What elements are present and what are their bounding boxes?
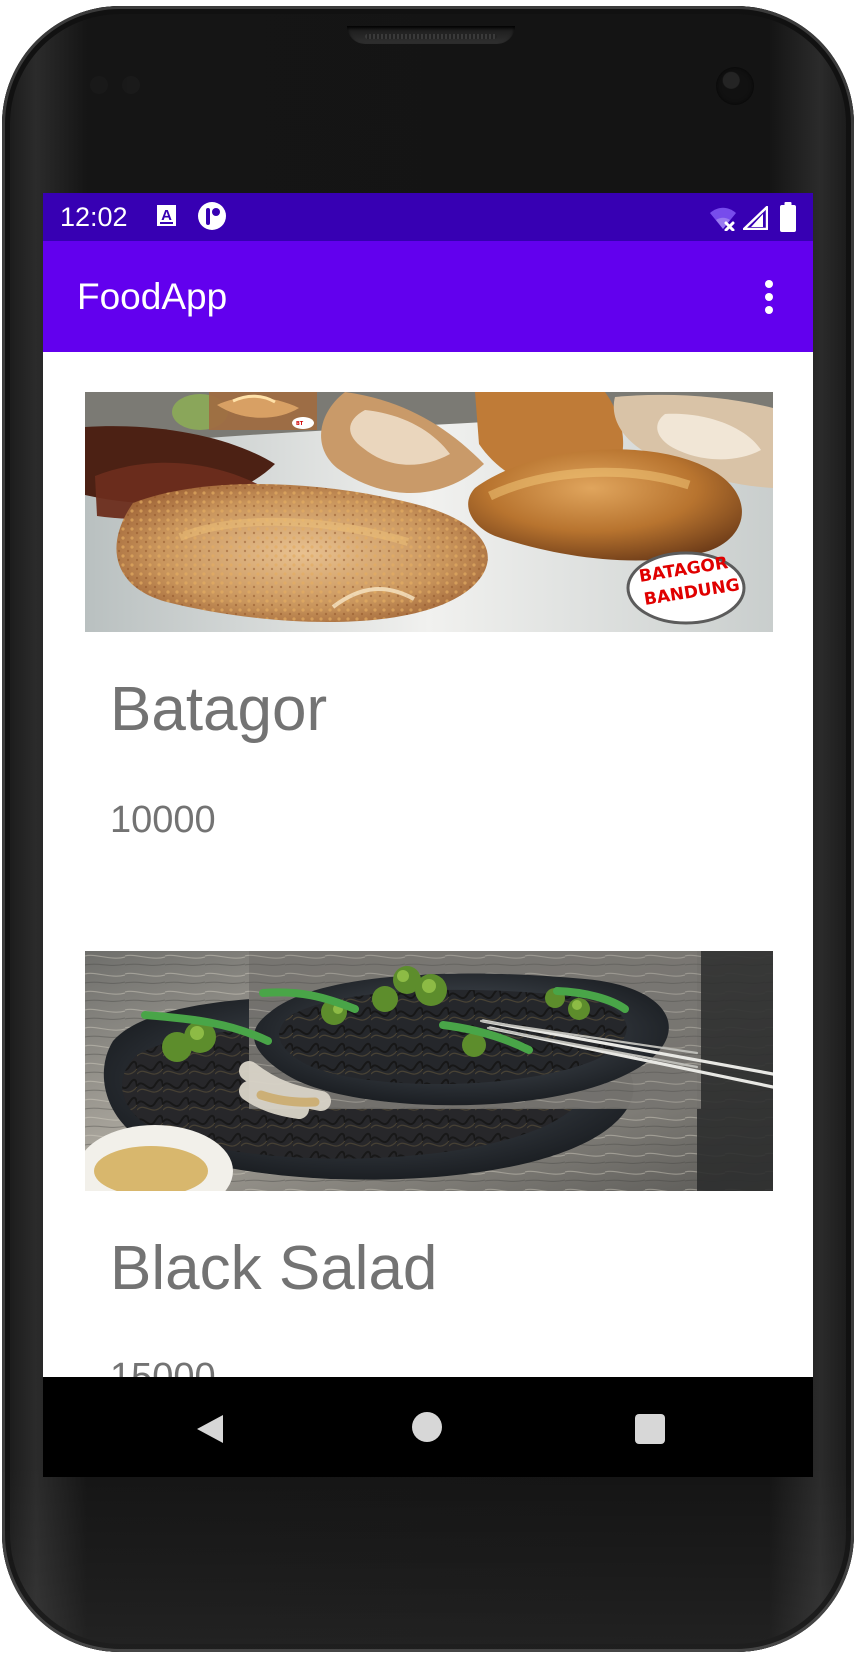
food-card-batagor[interactable]: BT BATAGOR BANDUNG Batagor 10000 bbox=[43, 352, 813, 912]
more-options-button[interactable] bbox=[751, 271, 787, 325]
svg-text:BT: BT bbox=[296, 421, 304, 427]
food-name: Black Salad bbox=[110, 1234, 438, 1303]
android-navigation-bar bbox=[43, 1377, 813, 1477]
wifi-off-icon bbox=[710, 207, 736, 231]
phone-screen: 12:02 A FoodApp BT BATAGOR BANDUNG Batag… bbox=[43, 193, 813, 1477]
battery-icon bbox=[780, 202, 796, 232]
more-vertical-icon bbox=[765, 306, 773, 314]
phone-bottom-gloss bbox=[2, 1462, 854, 1652]
phone-speaker bbox=[347, 26, 515, 44]
overview-square-icon[interactable] bbox=[635, 1414, 665, 1444]
food-list[interactable]: BT BATAGOR BANDUNG Batagor 10000 Black S… bbox=[43, 352, 813, 1477]
home-circle-icon[interactable] bbox=[412, 1412, 442, 1442]
android-phone-frame: 12:02 A FoodApp BT BATAGOR BANDUNG Batag… bbox=[2, 6, 854, 1652]
food-name: Batagor bbox=[110, 675, 328, 744]
status-time: 12:02 bbox=[60, 202, 128, 232]
app-toolbar: FoodApp bbox=[43, 241, 813, 352]
batagor-photo: BT BATAGOR BANDUNG bbox=[85, 392, 773, 632]
app-notification-icon bbox=[198, 202, 226, 230]
status-bar: 12:02 A bbox=[43, 193, 813, 241]
app-title: FoodApp bbox=[77, 276, 228, 317]
back-triangle-icon[interactable] bbox=[191, 1411, 227, 1447]
black-salad-image[interactable] bbox=[85, 951, 773, 1191]
cell-signal-icon bbox=[743, 206, 768, 230]
text-notification-icon: A bbox=[157, 205, 176, 226]
batagor-image[interactable]: BT BATAGOR BANDUNG bbox=[85, 392, 773, 632]
food-price: 10000 bbox=[110, 799, 216, 841]
more-vertical-icon bbox=[765, 293, 773, 301]
front-camera-icon bbox=[716, 67, 754, 105]
black-salad-photo bbox=[85, 951, 773, 1191]
phone-sensors bbox=[90, 76, 150, 96]
more-vertical-icon bbox=[765, 280, 773, 288]
